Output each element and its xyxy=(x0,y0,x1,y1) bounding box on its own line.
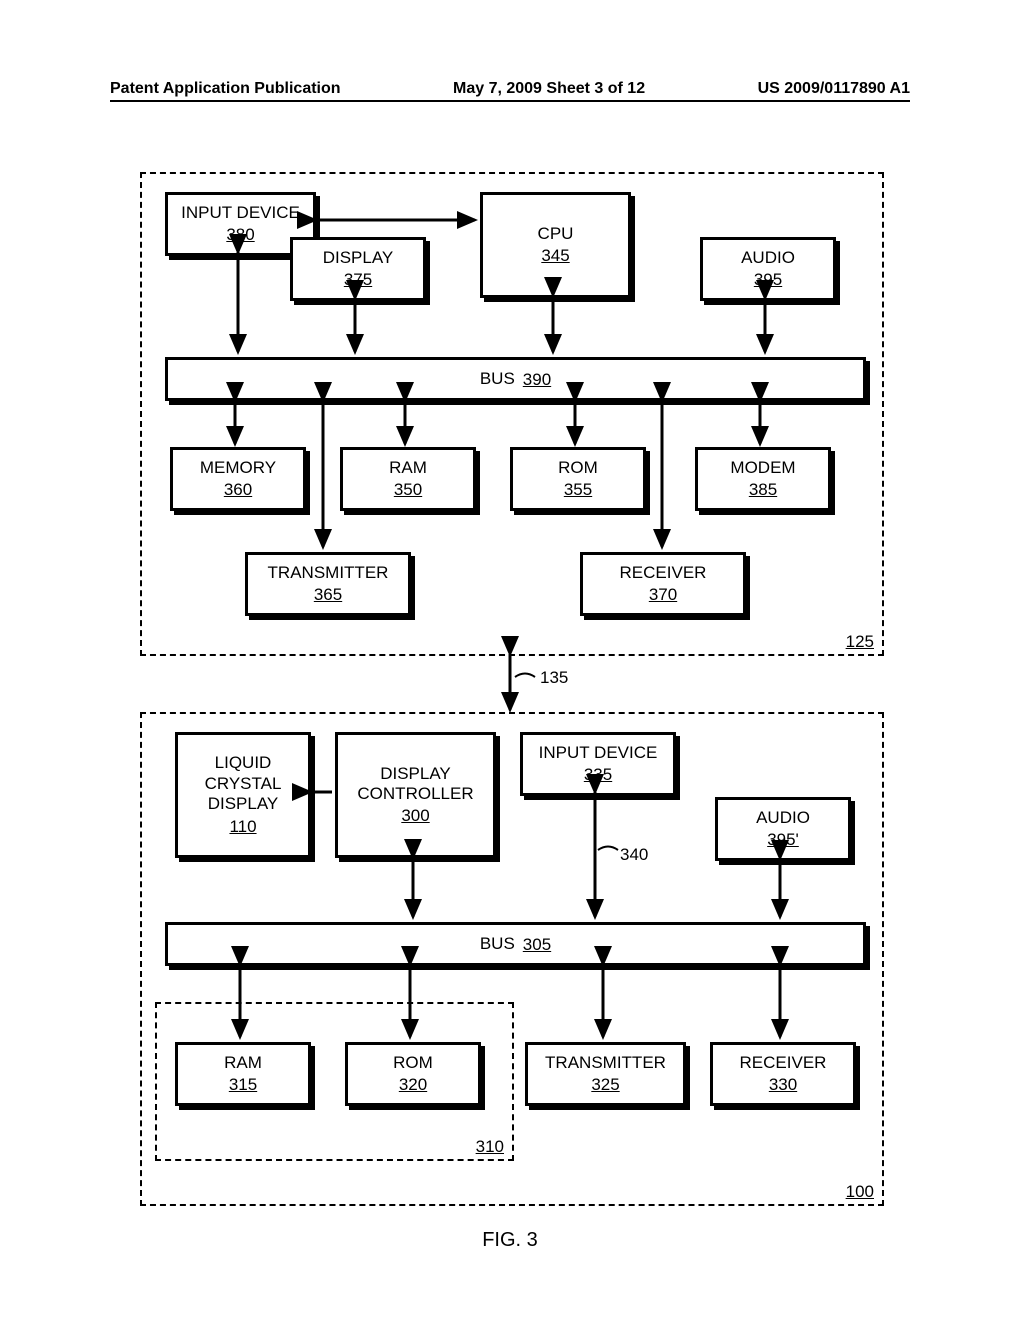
box-modem: MODEM 385 xyxy=(695,447,831,511)
label-340: 340 xyxy=(620,845,648,865)
box-audio-bot: AUDIO 395' xyxy=(715,797,851,861)
box-lcd: LIQUID CRYSTAL DISPLAY 110 xyxy=(175,732,311,858)
box-ram-top: RAM 350 xyxy=(340,447,476,511)
box-bus-bot: BUS 305 xyxy=(165,922,866,966)
group-310-ref: 310 xyxy=(476,1137,504,1157)
header-mid: May 7, 2009 Sheet 3 of 12 xyxy=(453,80,645,98)
box-display-controller: DISPLAY CONTROLLER 300 xyxy=(335,732,496,858)
box-audio-top: AUDIO 395 xyxy=(700,237,836,301)
box-ram-bot: RAM 315 xyxy=(175,1042,311,1106)
box-display: DISPLAY 375 xyxy=(290,237,426,301)
box-input-device-bot: INPUT DEVICE 335 xyxy=(520,732,676,796)
group-125-ref: 125 xyxy=(846,632,874,652)
box-rom-bot: ROM 320 xyxy=(345,1042,481,1106)
page-header: Patent Application Publication May 7, 20… xyxy=(110,80,910,102)
box-transmitter-top: TRANSMITTER 365 xyxy=(245,552,411,616)
header-left: Patent Application Publication xyxy=(110,80,341,98)
box-receiver-top: RECEIVER 370 xyxy=(580,552,746,616)
box-rom-top: ROM 355 xyxy=(510,447,646,511)
box-cpu: CPU 345 xyxy=(480,192,631,298)
diagram-canvas: 125 INPUT DEVICE 380 CPU 345 DISPLAY 375… xyxy=(110,152,910,1252)
group-100-ref: 100 xyxy=(846,1182,874,1202)
box-bus-top: BUS 390 xyxy=(165,357,866,401)
box-memory: MEMORY 360 xyxy=(170,447,306,511)
header-right: US 2009/0117890 A1 xyxy=(758,80,910,98)
box-receiver-bot: RECEIVER 330 xyxy=(710,1042,856,1106)
label-135: 135 xyxy=(540,668,568,688)
box-transmitter-bot: TRANSMITTER 325 xyxy=(525,1042,686,1106)
figure-caption: FIG. 3 xyxy=(110,1229,910,1252)
